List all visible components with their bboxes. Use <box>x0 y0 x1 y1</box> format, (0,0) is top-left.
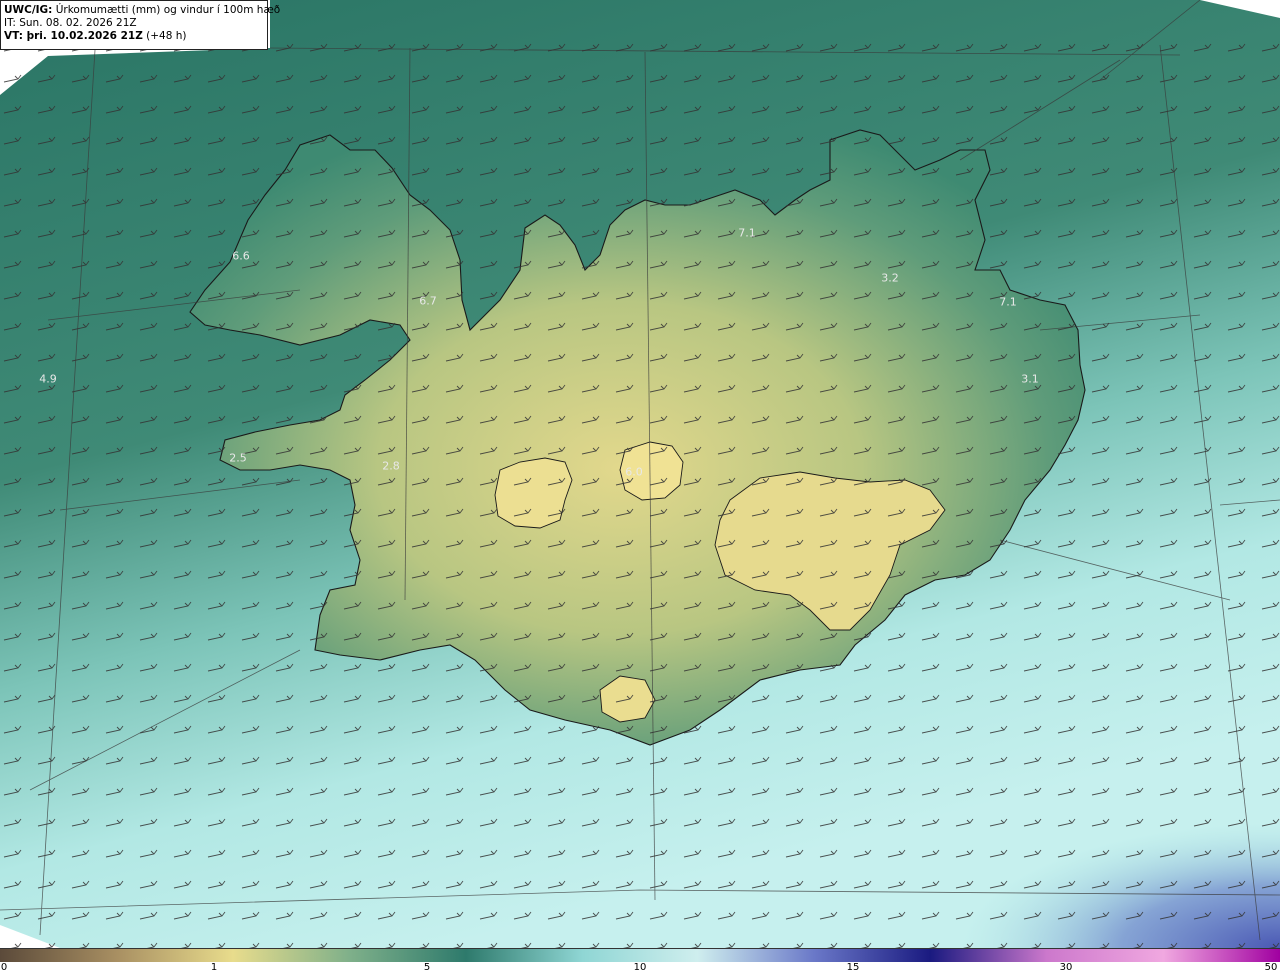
map-header: UWC/IG: Úrkomumætti (mm) og vindur í 100… <box>0 0 280 50</box>
model-name: UWC/IG: <box>4 4 53 16</box>
forecast-lead: (+48 h) <box>142 30 187 42</box>
map-value-label: 7.1 <box>738 226 756 240</box>
map-value-label: 2.8 <box>382 459 400 473</box>
precipitation-colorbar <box>0 948 1280 962</box>
colorbar-tick: 50 <box>1264 962 1278 973</box>
colorbar-tick: 10 <box>633 962 647 973</box>
map-value-label: 6.7 <box>419 294 437 308</box>
colorbar-tick: 15 <box>846 962 860 973</box>
colorbar-tick: 1 <box>210 962 218 973</box>
map-value-label: 4.9 <box>39 372 57 386</box>
colorbar-tick: 30 <box>1059 962 1073 973</box>
map-title: Úrkomumætti (mm) og vindur í 100m hæð <box>52 4 281 16</box>
valid-time-line: VT: þri. 10.02.2026 21Z (+48 h) <box>4 30 264 43</box>
init-time: IT: Sun. 08. 02. 2026 21Z <box>4 17 137 29</box>
map-value-label: 6.6 <box>232 249 250 263</box>
map-value-label: 6.0 <box>625 465 643 479</box>
colorbar-tick: 0 <box>0 962 8 973</box>
map-value-label: 2.5 <box>229 451 247 465</box>
map-value-label: 3.1 <box>1021 372 1039 386</box>
valid-time: VT: þri. 10.02.2026 21Z <box>4 30 143 42</box>
title-line: UWC/IG: Úrkomumætti (mm) og vindur í 100… <box>4 4 280 17</box>
wind-barbs <box>0 40 1280 948</box>
colorbar-tick: 5 <box>423 962 431 973</box>
map-value-label: 3.2 <box>881 271 899 285</box>
map-value-label: 7.1 <box>999 295 1017 309</box>
